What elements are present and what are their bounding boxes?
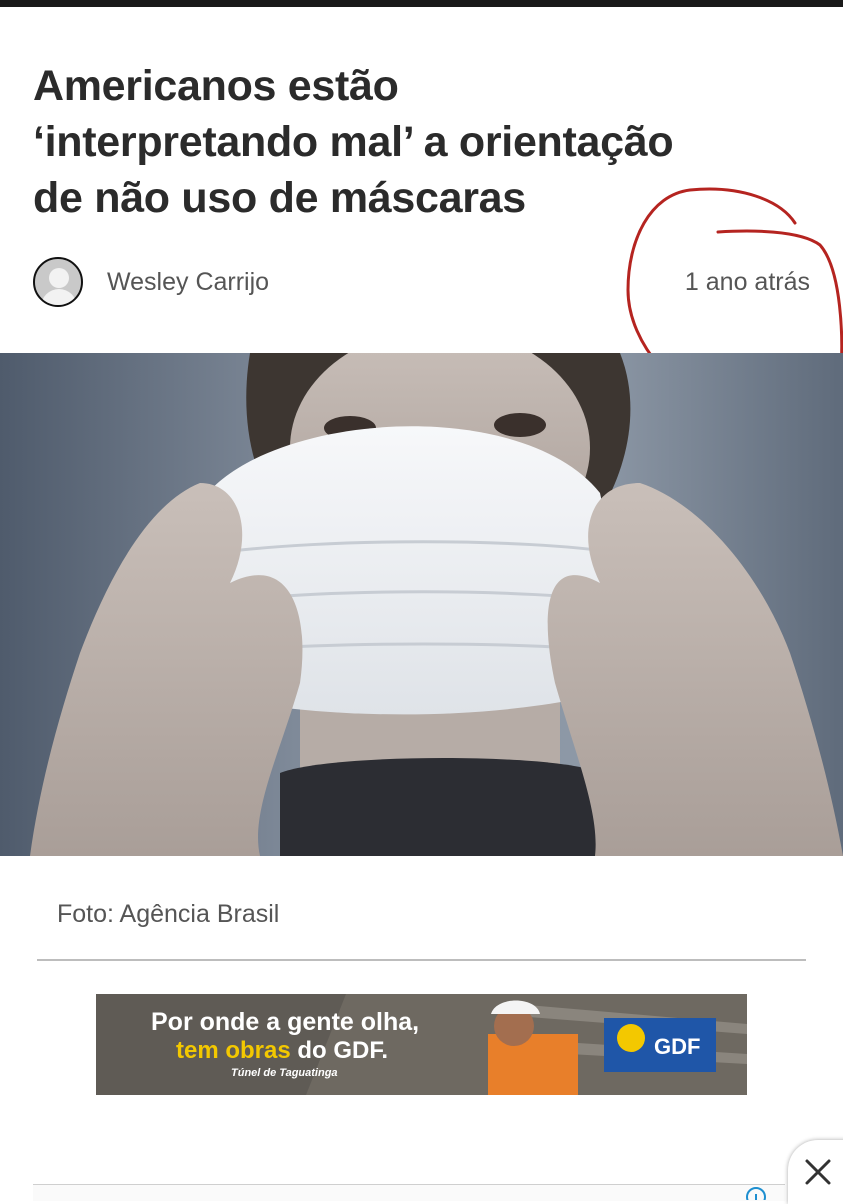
article-photo [0, 353, 843, 856]
ad-headline-line-1: Por onde a gente olha, [151, 1008, 420, 1036]
ad-highlight: tem obras [176, 1037, 291, 1064]
close-icon [805, 1159, 831, 1185]
user-avatar-icon[interactable] [33, 257, 83, 307]
close-ad-button[interactable] [788, 1140, 843, 1204]
ad-banner[interactable]: Por onde a gente olha, tem obras do GDF.… [96, 994, 747, 1095]
top-bar [0, 0, 843, 7]
byline: Wesley Carrijo 1 ano atrás [33, 257, 813, 311]
ad-line2-rest: do GDF. [290, 1037, 389, 1064]
bottom-ad-strip [33, 1184, 785, 1201]
divider [37, 959, 806, 961]
ad-headline-line-2: tem obras do GDF. [176, 1037, 388, 1065]
publish-time: 1 ano atrás [684, 268, 810, 296]
headline-line-1: Americanos estão [33, 62, 399, 110]
article-headline: Americanos estão ‘interpretando mal’ a o… [33, 58, 823, 226]
info-icon[interactable] [745, 1186, 767, 1200]
photo-caption: Foto: Agência Brasil [57, 900, 280, 928]
mask-photo-illustration [0, 353, 843, 856]
ad-subtitle: Túnel de Taguatinga [231, 1067, 338, 1079]
headline-line-2: ‘interpretando mal’ a orientação [33, 118, 674, 166]
author-name[interactable]: Wesley Carrijo [107, 268, 269, 297]
headline-line-3: de não uso de máscaras [33, 174, 526, 222]
ad-brand-logo: GDF [654, 1034, 701, 1059]
